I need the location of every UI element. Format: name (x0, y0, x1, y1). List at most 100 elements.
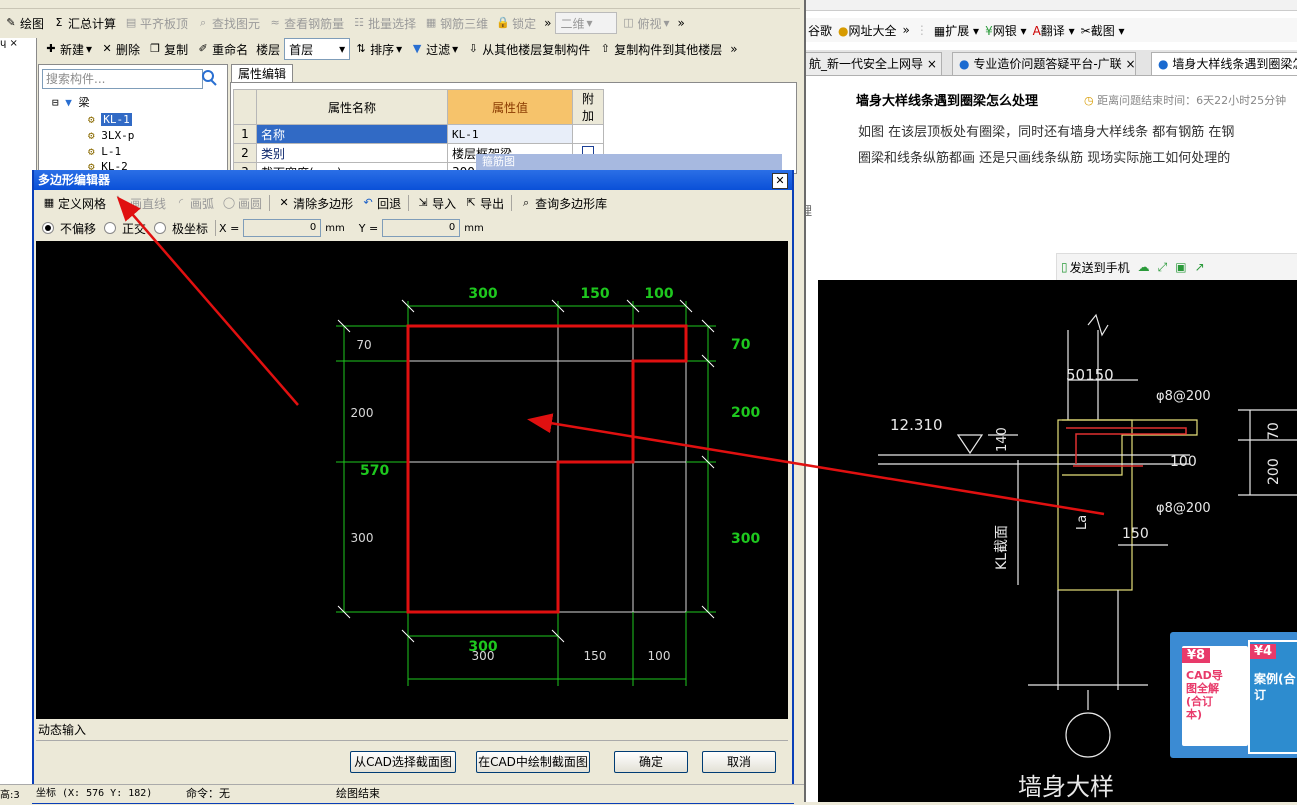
cloud-icon[interactable]: ☁ (1134, 257, 1154, 277)
send-to-phone-button[interactable]: ▯ 发送到手机 (1057, 257, 1134, 277)
question-body: 如图 在该层顶板处有圈梁，同时还有墙身大样线条 都有钢筋 在钢 圈梁和线条纵筋都… (858, 125, 1235, 166)
define-grid-button[interactable]: ▦ 定义网格 (38, 193, 110, 213)
dim-right-200: 200 (731, 405, 760, 421)
copy-from-floor-button[interactable]: ⇩ 从其他楼层复制构件 (462, 39, 594, 59)
floor-label: 楼层 (256, 42, 281, 57)
extensions-button[interactable]: ▦扩展 ▾ (934, 22, 979, 39)
view-rebar-button[interactable]: ≈ 查看钢筋量 (264, 13, 348, 33)
copy-to-floor-button[interactable]: ⇧ 复制构件到其他楼层 (594, 39, 726, 59)
toolbar-overflow-icon[interactable]: » (726, 39, 741, 59)
site-icon: ● (959, 57, 970, 71)
tab-property-edit[interactable]: 属性编辑 (231, 64, 293, 83)
view-2d-select[interactable]: 二维 ▾ (555, 12, 618, 34)
globe-icon: ● (838, 23, 849, 38)
open-icon[interactable]: ↗ (1191, 257, 1209, 277)
tab-nav-home[interactable]: 航_新一代安全上网导 × (806, 52, 942, 75)
tab-qa-platform[interactable]: ● 专业造价问题答疑平台-广联 × (952, 52, 1136, 75)
lock-button[interactable]: 🔒 锁定 (492, 13, 540, 33)
filter-button[interactable]: ▼ 过滤 ▾ (406, 39, 462, 59)
new-icon: ✚ (46, 42, 56, 55)
top-view-button[interactable]: ◫ 俯视 ▾ (617, 13, 673, 33)
address-bar[interactable] (806, 0, 1297, 11)
find-element-button[interactable]: ⌕ 查找图元 (192, 13, 264, 33)
dialog-title-bar: 多边形编辑器 (34, 170, 792, 190)
rebar-icon: ≈ (270, 16, 280, 29)
fav-google[interactable]: 谷歌 (808, 22, 832, 39)
find-icon: ⌕ (199, 16, 207, 29)
browser-window: 谷歌 ●网址大全 » ⋮ ▦扩展 ▾ ¥网银 ▾ A翻译 ▾ ✂截图 ▾ 航_新… (804, 0, 1297, 802)
dim-bottom-150: 150 (584, 649, 607, 663)
draw-button[interactable]: ✎ 绘图 (0, 13, 48, 33)
close-icon[interactable]: ✕ (772, 173, 788, 189)
polygon-canvas[interactable]: 300 150 100 570 70 200 300 300 70 200 30… (36, 241, 788, 719)
new-button[interactable]: ✚ 新建 ▾ (40, 39, 96, 59)
toolbar-overflow-icon[interactable]: » (540, 13, 555, 33)
dock-pin-icon[interactable]: ɥ × (0, 38, 36, 52)
floor-select[interactable]: 首层 ▾ (284, 38, 351, 60)
fullscreen-icon[interactable]: ⤢ (1154, 257, 1172, 277)
select-from-cad-button[interactable]: 从CAD选择截面图 (350, 751, 456, 773)
fav-site-nav[interactable]: ●网址大全 (838, 22, 897, 39)
tree-item-kl1[interactable]: ⚙ KL-1 (88, 113, 132, 127)
bank-button[interactable]: ¥网银 ▾ (985, 22, 1027, 39)
draw-arc-button[interactable]: ◜ 画弧 (170, 193, 218, 213)
summary-calc-button[interactable]: Σ 汇总计算 (48, 13, 120, 33)
no-offset-radio[interactable]: 不偏移 (38, 218, 100, 238)
draw-line-button[interactable]: ╲ 画直线 (110, 193, 170, 213)
undo-button[interactable]: ↶ 回退 (357, 193, 405, 213)
polar-radio[interactable]: 极坐标 (150, 218, 212, 238)
batch-select-button[interactable]: ☷ 批量选择 (348, 13, 420, 33)
overflow-icon[interactable]: » (903, 23, 910, 37)
draw-in-cad-button[interactable]: 在CAD中绘制截面图 (476, 751, 590, 773)
search-icon[interactable] (200, 69, 220, 89)
copy-icon: ❐ (150, 42, 160, 55)
sort-button[interactable]: ⇅ 排序 ▾ (350, 39, 406, 59)
rename-button[interactable]: ✐ 重命名 (192, 39, 252, 59)
save-icon[interactable]: ▣ (1171, 257, 1190, 277)
import-button[interactable]: ⇲ 导入 (412, 193, 460, 213)
copy-button[interactable]: ❐ 复制 (144, 39, 192, 59)
tree-item-l1[interactable]: ⚙ L-1 (88, 145, 121, 159)
orthogonal-radio[interactable]: 正交 (100, 218, 150, 238)
dim-top-300: 300 (468, 286, 497, 302)
component-search-input[interactable]: 搜索构件... (42, 69, 203, 89)
screenshot-button[interactable]: ✂截图 ▾ (1081, 22, 1125, 39)
toolbar-overflow-icon[interactable]: » (674, 13, 689, 33)
menu-bar (0, 0, 800, 9)
translate-button[interactable]: A翻译 ▾ (1033, 22, 1075, 39)
align-icon: ▤ (125, 16, 137, 29)
radio-checked-icon (42, 222, 54, 234)
query-polygon-library-button[interactable]: ⌕ 查询多边形库 (515, 193, 611, 213)
cancel-button[interactable]: 取消 (702, 751, 776, 773)
tab-current-question[interactable]: ● 墙身大样线条遇到圈梁怎 (1151, 52, 1297, 75)
component-toolbar: ✚ 新建 ▾ ✕ 删除 ❐ 复制 ✐ 重命名 楼层 首层 ▾ ⇅ 排序 ▾ ▼ 过滤 ▾ ⇩ 从其他楼… (40, 38, 800, 60)
chevron-down-icon: ▾ (663, 16, 670, 30)
align-top-button[interactable]: ▤ 平齐板顶 (120, 13, 192, 33)
ad-banner[interactable]: ¥8 CAD导图全解(合订本) ¥4 案例(合订 (1170, 632, 1297, 758)
collapse-icon[interactable]: ⊟ (52, 96, 59, 109)
tree-item-kl2[interactable]: ⚙ KL-2 (88, 160, 128, 170)
rebar-3d-button[interactable]: ▦ 钢筋三维 (420, 13, 492, 33)
close-icon[interactable]: × (927, 57, 937, 71)
table-row[interactable]: 1 名称 KL-1 (233, 124, 604, 144)
status-bar: 高:3 坐标 (X: 576 Y: 182) 命令：无 绘图结束 (0, 784, 804, 803)
delete-button[interactable]: ✕ 删除 (96, 39, 144, 59)
polygon-shape[interactable] (406, 324, 688, 614)
draw-circle-button[interactable]: ◯ 画圆 (218, 193, 266, 213)
x-coordinate-input[interactable]: 0 (243, 219, 322, 237)
tree-item-3lxp[interactable]: ⚙ 3LX-p (88, 129, 134, 143)
question-title: 墙身大样线条遇到圈梁怎么处理 (856, 94, 1039, 109)
ok-button[interactable]: 确定 (614, 751, 688, 773)
cad-kl-section: KL截面 (994, 525, 1010, 570)
tab-dynamic-input[interactable]: 动态输入 (38, 721, 98, 739)
y-coordinate-input[interactable]: 0 (382, 219, 461, 237)
tree-node-beam[interactable]: ⊟ ▼ 梁 (52, 96, 90, 110)
delete-icon: ✕ (102, 42, 112, 55)
clear-polygon-button[interactable]: ✕ 清除多边形 (273, 193, 357, 213)
cad-dim-150: 150 (1122, 526, 1149, 542)
status-command: 命令：无 (186, 787, 230, 800)
export-button[interactable]: ⇱ 导出 (460, 193, 508, 213)
cad-rebar-label-2: φ8@200 (1156, 501, 1211, 516)
close-icon[interactable]: × (1125, 57, 1135, 71)
translate-icon: A (1032, 23, 1041, 38)
